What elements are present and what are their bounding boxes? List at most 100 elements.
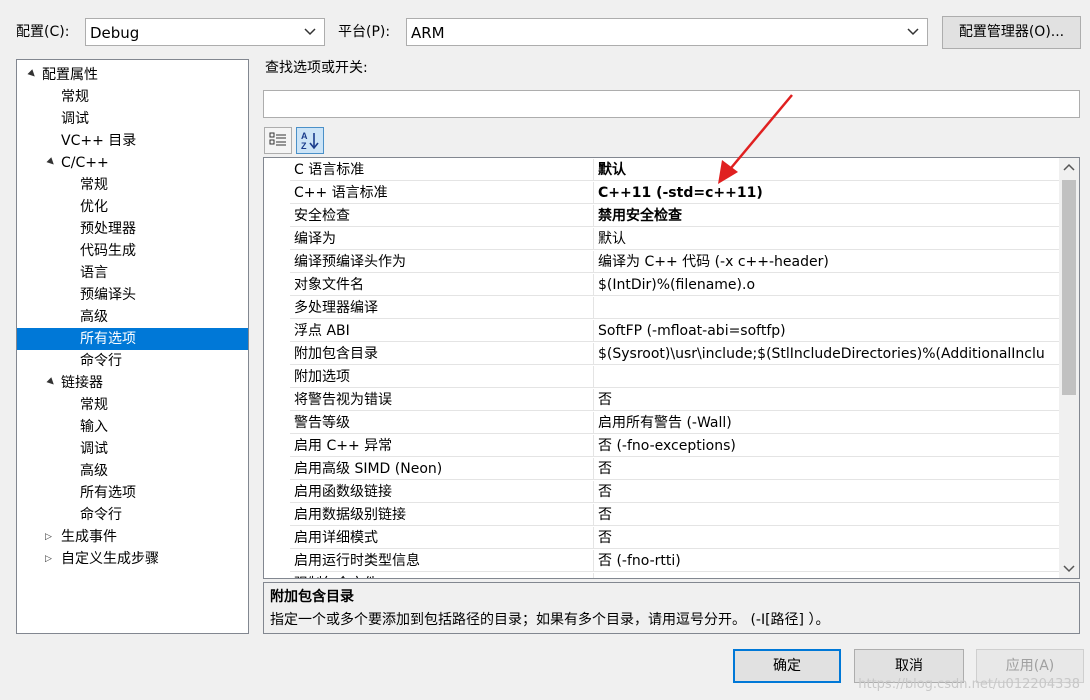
scroll-up-icon[interactable] <box>1059 158 1079 178</box>
config-dropdown[interactable]: Debug <box>85 18 325 46</box>
property-value[interactable]: $(IntDir)%(filename).o <box>594 274 1059 296</box>
property-value[interactable]: 否 (-fno-exceptions) <box>594 435 1059 457</box>
property-value[interactable]: 编译为 C++ 代码 (-x c++-header) <box>594 251 1059 273</box>
property-tree[interactable]: ▲ 配置属性 常规 调试 VC++ 目录 ▲ C/C++ 常规 优化 预处理器 代码生成 语言 预编译头… <box>16 59 249 634</box>
tree-item[interactable]: ▲ C/C++ <box>17 152 248 174</box>
property-row[interactable]: 编译为 默认 <box>264 228 1059 251</box>
property-row[interactable]: 启用函数级链接否 <box>264 481 1059 504</box>
property-row[interactable]: 启用数据级别链接否 <box>264 504 1059 527</box>
property-value[interactable]: 否 <box>594 527 1059 549</box>
property-value[interactable]: 启用所有警告 (-Wall) <box>594 412 1059 434</box>
chevron-down-icon <box>304 28 316 36</box>
tree-item[interactable]: 常规 <box>17 86 248 108</box>
property-name: 启用 C++ 异常 <box>290 435 594 457</box>
property-value[interactable] <box>594 366 1059 388</box>
tree-expand-icon[interactable]: ▷ <box>45 526 55 548</box>
property-name: 对象文件名 <box>290 274 594 296</box>
tree-item[interactable]: 所有选项 <box>17 328 248 350</box>
property-value[interactable]: 否 (-fno-rtti) <box>594 550 1059 572</box>
tree-item[interactable]: 调试 <box>17 108 248 130</box>
tree-item[interactable]: 语言 <box>17 262 248 284</box>
property-name: 编译为 <box>290 228 594 250</box>
tree-item[interactable]: 优化 <box>17 196 248 218</box>
tree-item-label: 所有选项 <box>80 331 136 347</box>
property-value[interactable]: 禁用安全检查 <box>594 205 1059 227</box>
tree-item[interactable]: 高级 <box>17 306 248 328</box>
description-title: 附加包含目录 <box>270 589 354 605</box>
property-row[interactable]: 附加包含目录 $(Sysroot)\usr\include;$(StlInclud… <box>264 343 1059 366</box>
property-row[interactable]: 对象文件名 $(IntDir)%(filename).o <box>264 274 1059 297</box>
property-value[interactable]: 否 <box>594 481 1059 503</box>
property-rows: C 语言标准 默认 C++ 语言标准 C++11 (-std=c++11) 安全检查 禁用… <box>264 159 1059 578</box>
tree-collapse-icon[interactable]: ▲ <box>39 152 62 175</box>
property-row[interactable]: 警告等级 启用所有警告 (-Wall) <box>264 412 1059 435</box>
tree-item[interactable]: 常规 <box>17 174 248 196</box>
tree-item[interactable]: 预处理器 <box>17 218 248 240</box>
tree-item[interactable]: 高级 <box>17 460 248 482</box>
tree-collapse-icon[interactable]: ▲ <box>20 64 43 87</box>
property-row[interactable]: 浮点 ABI SoftFP (-mfloat-abi=softfp) <box>264 320 1059 343</box>
tree-item-label: 预处理器 <box>80 221 136 237</box>
tree-item[interactable]: 代码生成 <box>17 240 248 262</box>
tree-item[interactable]: VC++ 目录 <box>17 130 248 152</box>
alphabetical-view-button[interactable]: A Z <box>296 127 324 154</box>
tree-item[interactable]: ▲ 链接器 <box>17 372 248 394</box>
property-row[interactable]: 启用高级 SIMD (Neon) 否 <box>264 458 1059 481</box>
property-row[interactable]: C 语言标准 默认 <box>264 159 1059 182</box>
property-row[interactable]: 附加选项 <box>264 366 1059 389</box>
property-row[interactable]: 启用 C++ 异常否 (-fno-exceptions) <box>264 435 1059 458</box>
property-row[interactable]: 将警告视为错误否 <box>264 389 1059 412</box>
tree-item[interactable]: ▲ 配置属性 <box>17 64 248 86</box>
search-input[interactable] <box>263 90 1080 118</box>
tree-item[interactable]: 常规 <box>17 394 248 416</box>
tree-item-label: 常规 <box>80 177 108 193</box>
scroll-down-icon[interactable] <box>1059 558 1079 578</box>
property-value[interactable]: 否 <box>594 389 1059 411</box>
property-row[interactable]: C++ 语言标准 C++11 (-std=c++11) <box>264 182 1059 205</box>
property-row[interactable]: 强制包含文件 <box>264 573 1059 578</box>
property-value[interactable] <box>594 573 1059 578</box>
property-value[interactable]: 否 <box>594 504 1059 526</box>
categorized-view-button[interactable] <box>264 127 292 154</box>
property-value[interactable]: 默认 <box>594 228 1059 250</box>
property-name: 启用运行时类型信息 <box>290 550 594 572</box>
tree-item[interactable]: 调试 <box>17 438 248 460</box>
property-row[interactable]: 多处理器编译 <box>264 297 1059 320</box>
property-row[interactable]: 启用详细模式否 <box>264 527 1059 550</box>
tree-item[interactable]: ▷ 生成事件 <box>17 526 248 548</box>
vertical-scrollbar[interactable] <box>1059 158 1079 578</box>
property-value[interactable]: 否 <box>594 458 1059 480</box>
tree-expand-icon[interactable]: ▷ <box>45 548 55 570</box>
row-gutter <box>264 182 290 205</box>
platform-label: 平台(P): <box>338 24 391 40</box>
row-gutter <box>264 366 290 389</box>
tree-item[interactable]: 命令行 <box>17 350 248 372</box>
tree-item-label: 输入 <box>80 419 108 435</box>
property-value[interactable]: 默认 <box>594 159 1059 181</box>
tree-item[interactable]: ▷ 自定义生成步骤 <box>17 548 248 570</box>
scrollbar-thumb[interactable] <box>1062 180 1076 395</box>
config-manager-button[interactable]: 配置管理器(O)... <box>942 16 1081 49</box>
tree-item-label: 生成事件 <box>61 529 117 545</box>
tree-item[interactable]: 所有选项 <box>17 482 248 504</box>
row-gutter <box>264 320 290 343</box>
property-value[interactable]: $(Sysroot)\usr\include;$(StlIncludeDirec… <box>594 343 1059 365</box>
tree-item-label: 语言 <box>80 265 108 281</box>
property-row[interactable]: 编译预编译头作为 编译为 C++ 代码 (-x c++-header) <box>264 251 1059 274</box>
tree-item[interactable]: 预编译头 <box>17 284 248 306</box>
tree-item[interactable]: 命令行 <box>17 504 248 526</box>
tree-item[interactable]: 输入 <box>17 416 248 438</box>
property-grid[interactable]: C 语言标准 默认 C++ 语言标准 C++11 (-std=c++11) 安全检查 禁用… <box>263 157 1080 579</box>
ok-button[interactable]: 确定 <box>733 649 841 683</box>
row-gutter <box>264 251 290 274</box>
property-value[interactable] <box>594 297 1059 319</box>
property-value[interactable]: C++11 (-std=c++11) <box>594 182 1059 204</box>
property-row[interactable]: 安全检查 禁用安全检查 <box>264 205 1059 228</box>
tree-collapse-icon[interactable]: ▲ <box>39 372 62 395</box>
property-row[interactable]: 启用运行时类型信息否 (-fno-rtti) <box>264 550 1059 573</box>
annotation-arrow <box>718 94 793 184</box>
platform-dropdown[interactable]: ARM <box>406 18 928 46</box>
tree-item-label: 预编译头 <box>80 287 136 303</box>
row-gutter <box>264 435 290 458</box>
property-value[interactable]: SoftFP (-mfloat-abi=softfp) <box>594 320 1059 342</box>
